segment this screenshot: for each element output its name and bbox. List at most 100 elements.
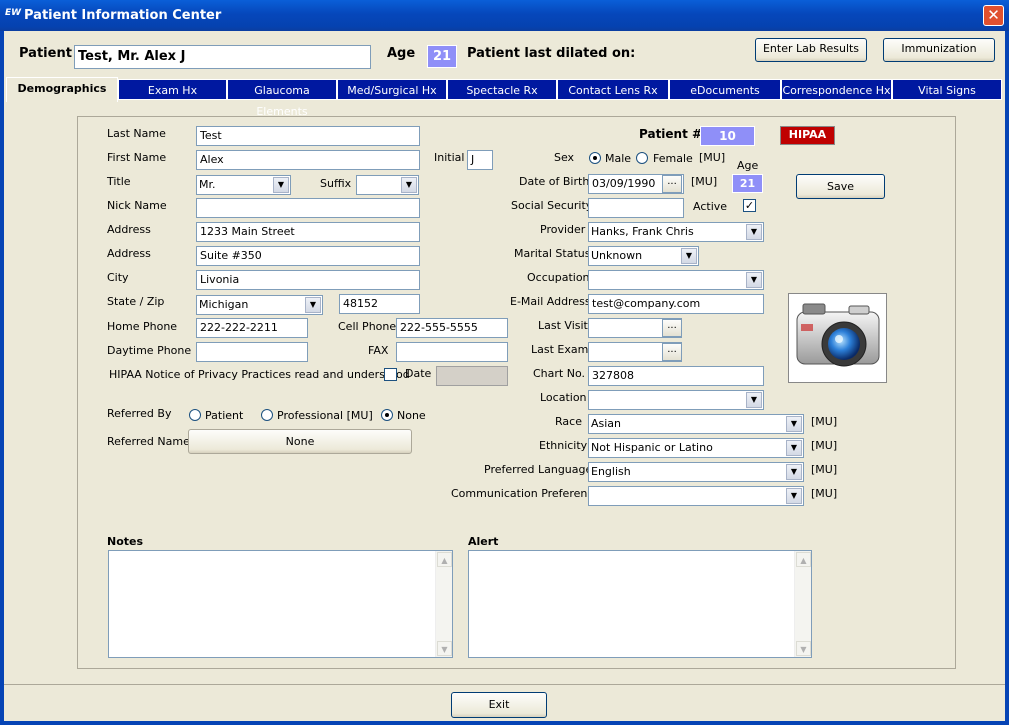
tab-vital-signs[interactable]: Vital Signs <box>892 79 1002 100</box>
address2-field[interactable]: Suite #350 <box>196 246 420 266</box>
exit-button[interactable]: Exit <box>451 692 547 718</box>
occupation-label: Occupation <box>527 271 590 284</box>
scroll-down-icon[interactable]: ▼ <box>796 641 811 656</box>
chevron-down-icon[interactable]: ▼ <box>401 177 417 193</box>
notes-label: Notes <box>107 535 144 548</box>
zip-field[interactable]: 48152 <box>339 294 420 314</box>
patient-name-field[interactable]: Test, Mr. Alex J <box>74 45 371 69</box>
ethnicity-select[interactable]: Not Hispanic or Latino ▼ <box>588 438 804 458</box>
provider-value: Hanks, Frank Chris <box>591 225 694 238</box>
fax-field[interactable] <box>396 342 508 362</box>
last-name-label: Last Name <box>107 127 166 140</box>
preferred-language-select[interactable]: English ▼ <box>588 462 804 482</box>
scroll-up-icon[interactable]: ▲ <box>796 552 811 567</box>
referred-patient-radio[interactable] <box>189 409 201 421</box>
alert-label: Alert <box>468 535 499 548</box>
tab-exam-hx[interactable]: Exam Hx <box>118 79 227 100</box>
race-mu-label: [MU] <box>811 415 838 428</box>
state-select[interactable]: Michigan ▼ <box>196 295 323 315</box>
daytime-phone-field[interactable] <box>196 342 308 362</box>
email-field[interactable]: test@company.com <box>588 294 764 314</box>
state-value: Michigan <box>199 298 249 311</box>
cell-phone-label: Cell Phone <box>338 320 397 333</box>
chevron-down-icon[interactable]: ▼ <box>681 248 697 264</box>
chevron-down-icon[interactable]: ▼ <box>786 464 802 480</box>
ethnicity-mu-label: [MU] <box>811 439 838 452</box>
chevron-down-icon[interactable]: ▼ <box>746 224 762 240</box>
last-visit-picker-button[interactable]: ... <box>662 319 682 337</box>
enter-lab-results-button[interactable]: Enter Lab Results <box>755 38 867 62</box>
chevron-down-icon[interactable]: ▼ <box>746 392 762 408</box>
ethnicity-label: Ethnicity <box>539 439 588 452</box>
provider-select[interactable]: Hanks, Frank Chris ▼ <box>588 222 764 242</box>
tab-glaucoma-elements[interactable]: Glaucoma Elements <box>227 79 337 118</box>
last-name-field[interactable]: Test <box>196 126 420 146</box>
alert-field[interactable]: ▲ ▼ <box>468 550 812 658</box>
title-label: Title <box>107 175 131 188</box>
chart-no-field[interactable]: 327808 <box>588 366 764 386</box>
tab-contact-lens-rx[interactable]: Contact Lens Rx <box>557 79 669 100</box>
provider-label: Provider <box>540 223 586 236</box>
app-logo-icon: EW <box>5 8 22 18</box>
ssn-label: Social Security <box>511 199 593 212</box>
occupation-select[interactable]: ▼ <box>588 270 764 290</box>
tab-demographics[interactable]: Demographics <box>6 77 118 102</box>
communication-preference-select[interactable]: ▼ <box>588 486 804 506</box>
save-button[interactable]: Save <box>796 174 885 199</box>
camera-icon <box>796 303 880 367</box>
chevron-down-icon[interactable]: ▼ <box>786 440 802 456</box>
referred-by-label: Referred By <box>107 407 172 420</box>
alert-scrollbar[interactable]: ▲ ▼ <box>794 551 811 657</box>
home-phone-field[interactable]: 222-222-2211 <box>196 318 308 338</box>
title-select[interactable]: Mr. ▼ <box>196 175 291 195</box>
last-exam-label: Last Exam <box>531 343 589 356</box>
suffix-select[interactable]: ▼ <box>356 175 419 195</box>
nick-name-field[interactable] <box>196 198 420 218</box>
ssn-field[interactable] <box>588 198 684 218</box>
close-icon[interactable]: ✕ <box>983 5 1004 26</box>
cell-phone-field[interactable]: 222-555-5555 <box>396 318 508 338</box>
race-select[interactable]: Asian ▼ <box>588 414 804 434</box>
address1-field[interactable]: 1233 Main Street <box>196 222 420 242</box>
patient-photo[interactable] <box>788 293 887 383</box>
tab-edocuments[interactable]: eDocuments <box>669 79 781 100</box>
referred-professional-radio[interactable] <box>261 409 273 421</box>
last-exam-picker-button[interactable]: ... <box>662 343 682 361</box>
last-dilated-label: Patient last dilated on: <box>467 46 636 61</box>
first-name-field[interactable]: Alex <box>196 150 420 170</box>
daytime-phone-label: Daytime Phone <box>107 344 192 357</box>
tab-correspondence-hx[interactable]: Correspondence Hx <box>781 79 892 100</box>
scroll-up-icon[interactable]: ▲ <box>437 552 452 567</box>
notes-scrollbar[interactable]: ▲ ▼ <box>435 551 452 657</box>
initial-label: Initial <box>434 151 465 164</box>
sex-male-radio[interactable] <box>589 152 601 164</box>
active-checkbox[interactable]: ✓ <box>743 199 756 212</box>
chevron-down-icon[interactable]: ▼ <box>305 297 321 313</box>
tab-spectacle-rx[interactable]: Spectacle Rx <box>447 79 557 100</box>
sex-female-radio[interactable] <box>636 152 648 164</box>
race-label: Race <box>555 415 582 428</box>
marital-status-select[interactable]: Unknown ▼ <box>588 246 699 266</box>
home-phone-label: Home Phone <box>107 320 178 333</box>
referred-none-radio[interactable] <box>381 409 393 421</box>
scroll-down-icon[interactable]: ▼ <box>437 641 452 656</box>
tab-med-surgical-hx[interactable]: Med/Surgical Hx <box>337 79 447 100</box>
initial-field[interactable]: J <box>467 150 493 170</box>
notes-field[interactable]: ▲ ▼ <box>108 550 453 658</box>
nick-name-label: Nick Name <box>107 199 167 212</box>
city-field[interactable]: Livonia <box>196 270 420 290</box>
hipaa-notice-checkbox[interactable] <box>384 368 397 381</box>
chevron-down-icon[interactable]: ▼ <box>786 488 802 504</box>
chevron-down-icon[interactable]: ▼ <box>786 416 802 432</box>
patient-number-value: 10 <box>700 126 755 146</box>
referred-name-button[interactable]: None <box>188 429 412 454</box>
chevron-down-icon[interactable]: ▼ <box>273 177 289 193</box>
age-label: Age <box>387 46 416 61</box>
active-label: Active <box>693 200 728 213</box>
immunization-button[interactable]: Immunization <box>883 38 995 62</box>
hipaa-button[interactable]: HIPAA <box>780 126 835 145</box>
location-select[interactable]: ▼ <box>588 390 764 410</box>
language-mu-label: [MU] <box>811 463 838 476</box>
dob-picker-button[interactable]: ... <box>662 175 682 193</box>
chevron-down-icon[interactable]: ▼ <box>746 272 762 288</box>
